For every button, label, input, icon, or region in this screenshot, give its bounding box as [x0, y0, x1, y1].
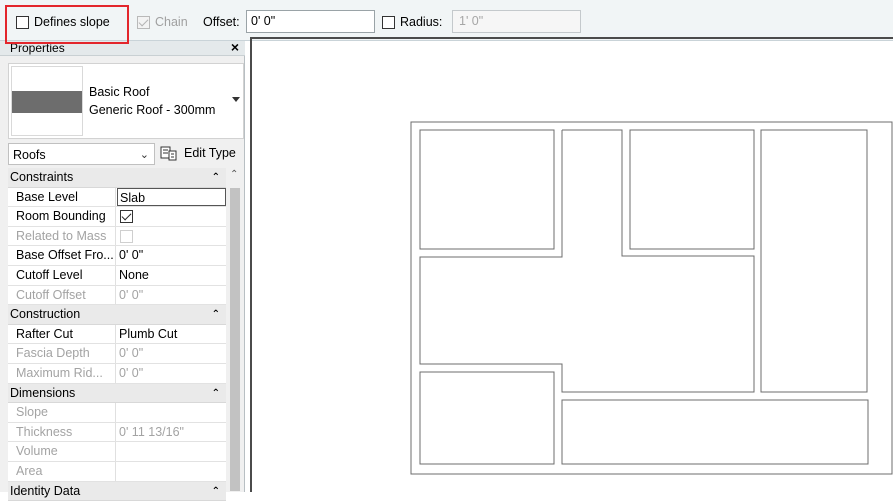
radius-toggle[interactable]: Radius:	[382, 13, 442, 31]
property-row: Fascia Depth 0' 0"	[8, 344, 226, 364]
chain-checkbox	[137, 16, 150, 29]
property-key: Related to Mass	[8, 227, 116, 246]
property-row[interactable]: Base Offset Fro... 0' 0"	[8, 246, 226, 266]
property-value	[117, 462, 226, 481]
base-level-input[interactable]: Slab	[117, 188, 226, 207]
property-row: Area	[8, 462, 226, 482]
roof-type-preview-icon	[11, 66, 83, 136]
property-key: Volume	[8, 442, 116, 461]
property-row: Slope	[8, 403, 226, 423]
property-key: Maximum Rid...	[8, 364, 116, 383]
section-dimensions[interactable]: Dimensions ⌃	[8, 384, 226, 404]
section-title: Construction	[10, 305, 80, 324]
edit-type-icon	[160, 145, 178, 162]
property-value: 0' 0"	[117, 344, 226, 363]
collapse-icon[interactable]: ⌃	[212, 482, 220, 501]
radius-input: 1' 0"	[452, 10, 581, 33]
properties-scrollbar[interactable]: ⌃	[227, 168, 243, 492]
collapse-icon[interactable]: ⌃	[212, 168, 220, 187]
property-row: Related to Mass	[8, 227, 226, 247]
section-constraints[interactable]: Constraints ⌃	[8, 168, 226, 188]
section-title: Constraints	[10, 168, 73, 187]
canvas-border	[250, 37, 893, 492]
edit-type-button[interactable]: Edit Type	[160, 142, 240, 164]
property-value	[117, 442, 226, 461]
chain-label: Chain	[155, 15, 188, 29]
chain-toggle: Chain	[137, 13, 188, 31]
scrollbar-thumb[interactable]	[230, 188, 240, 491]
property-value: 0' 11 13/16"	[117, 423, 226, 442]
chevron-down-icon[interactable]	[232, 97, 240, 102]
radius-checkbox[interactable]	[382, 16, 395, 29]
properties-palette: Properties × Basic Roof Generic Roof - 3…	[0, 41, 245, 492]
property-row: Thickness 0' 11 13/16"	[8, 423, 226, 443]
highlight-box	[5, 5, 129, 44]
offset-input[interactable]: 0' 0"	[246, 10, 375, 33]
property-value: 0' 0"	[117, 286, 226, 305]
offset-label-wrap: Offset:	[203, 13, 240, 31]
property-row[interactable]: Room Bounding	[8, 207, 226, 227]
offset-label: Offset:	[203, 15, 240, 29]
property-key: Base Level	[8, 188, 116, 207]
type-selector[interactable]: Basic Roof Generic Roof - 300mm	[8, 63, 244, 139]
property-key: Rafter Cut	[8, 325, 116, 344]
property-key: Slope	[8, 403, 116, 422]
property-value[interactable]: Plumb Cut	[117, 325, 226, 344]
category-filter-value: Roofs	[13, 148, 46, 162]
close-icon[interactable]: ×	[231, 39, 239, 55]
section-title: Dimensions	[10, 384, 75, 403]
section-title: Identity Data	[10, 482, 80, 501]
property-value	[117, 403, 226, 422]
room-bounding-checkbox[interactable]	[120, 210, 133, 223]
property-value[interactable]: None	[117, 266, 226, 285]
property-key: Fascia Depth	[8, 344, 116, 363]
radius-label: Radius:	[400, 15, 442, 29]
property-key: Cutoff Level	[8, 266, 116, 285]
type-name: Generic Roof - 300mm	[89, 103, 215, 117]
edit-type-label: Edit Type	[184, 146, 236, 160]
property-value[interactable]: 0' 0"	[117, 246, 226, 265]
property-value[interactable]	[117, 207, 226, 226]
type-family: Basic Roof	[89, 85, 149, 99]
property-row[interactable]: Cutoff Level None	[8, 266, 226, 286]
property-key: Area	[8, 462, 116, 481]
options-bar: Defines slope Chain Offset: 0' 0" Radius…	[0, 0, 893, 41]
property-key: Base Offset Fro...	[8, 246, 116, 265]
related-to-mass-checkbox	[120, 230, 133, 243]
property-value: 0' 0"	[117, 364, 226, 383]
property-key: Thickness	[8, 423, 116, 442]
scroll-up-icon[interactable]: ⌃	[230, 169, 238, 180]
section-identity-data[interactable]: Identity Data ⌃	[8, 482, 226, 501]
property-row: Volume	[8, 442, 226, 462]
property-key: Room Bounding	[8, 207, 116, 226]
property-key: Cutoff Offset	[8, 286, 116, 305]
section-construction[interactable]: Construction ⌃	[8, 305, 226, 325]
chevron-down-icon: ⌄	[140, 148, 149, 161]
property-row: Cutoff Offset 0' 0"	[8, 286, 226, 306]
collapse-icon[interactable]: ⌃	[212, 384, 220, 403]
property-value	[117, 227, 226, 246]
property-row: Maximum Rid... 0' 0"	[8, 364, 226, 384]
category-filter-dropdown[interactable]: Roofs ⌄	[8, 143, 155, 165]
collapse-icon[interactable]: ⌃	[212, 305, 220, 324]
property-row[interactable]: Base Level Slab	[8, 188, 226, 208]
properties-grid: Constraints ⌃ Base Level Slab Room Bound…	[8, 168, 226, 501]
property-row[interactable]: Rafter Cut Plumb Cut	[8, 325, 226, 345]
